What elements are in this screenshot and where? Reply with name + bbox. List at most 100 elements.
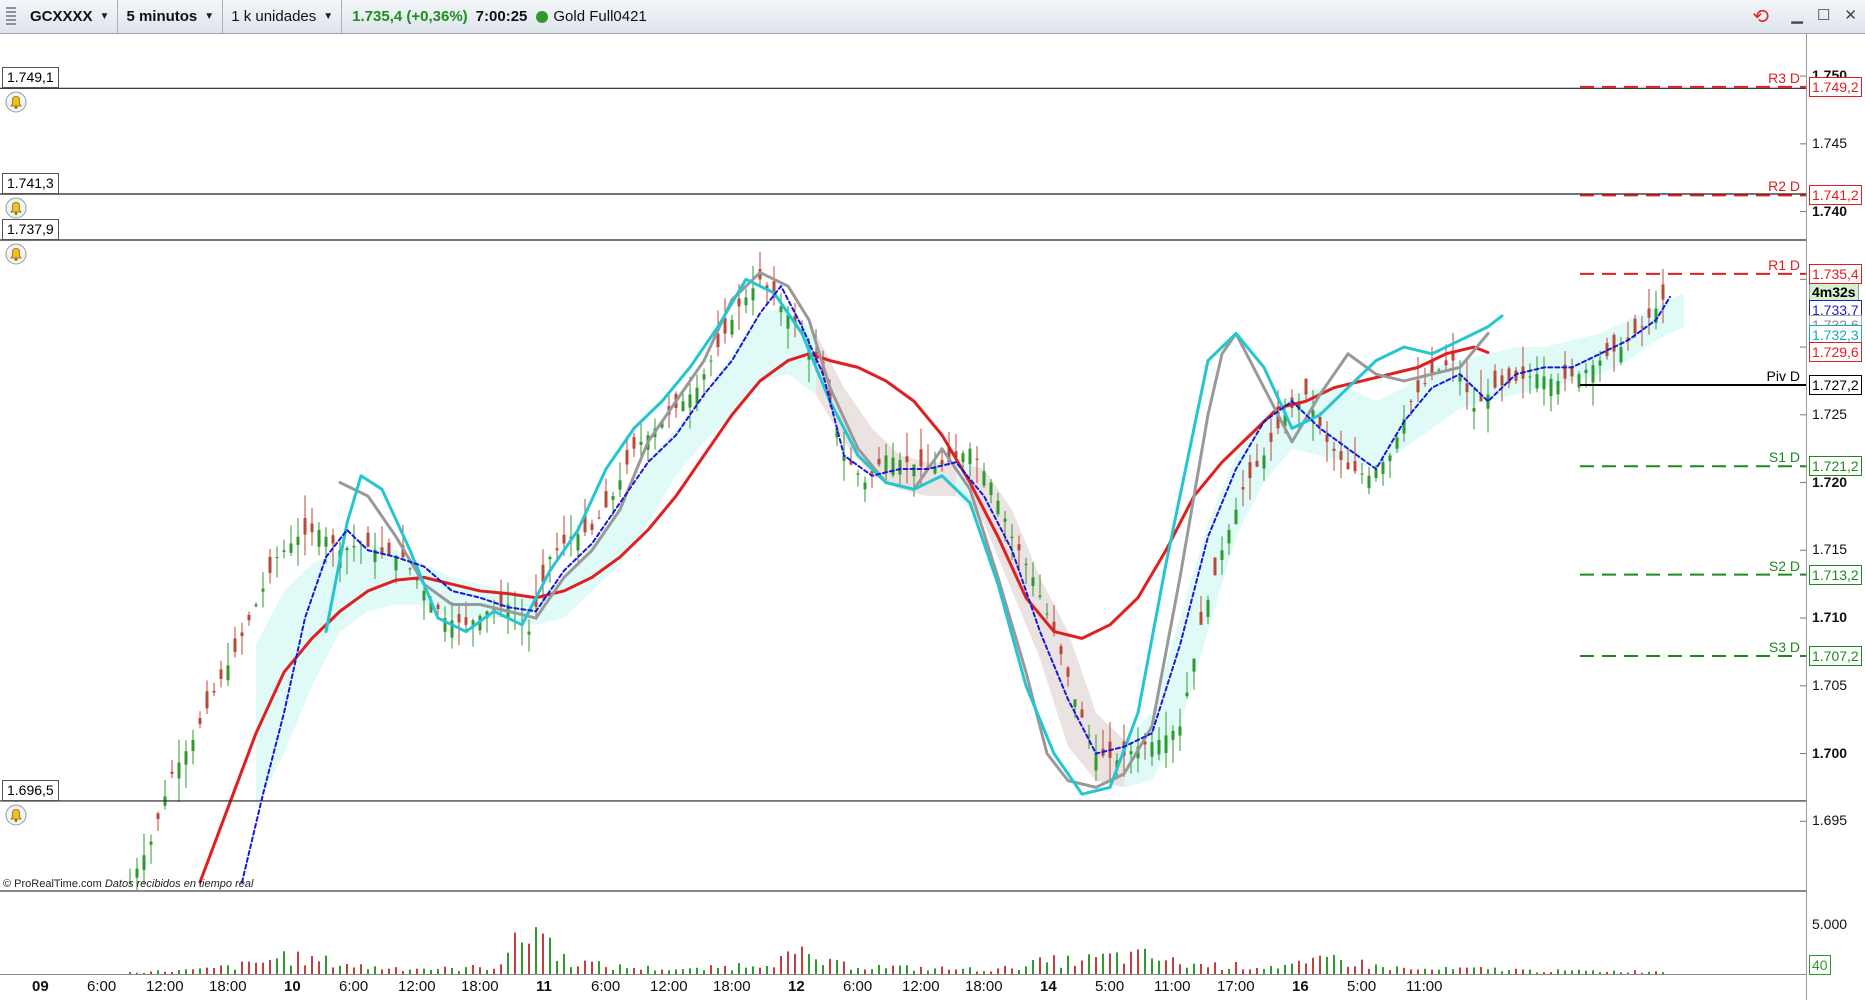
bell-icon[interactable]	[5, 91, 27, 113]
candle	[310, 523, 314, 533]
bell-icon[interactable]	[5, 243, 27, 265]
pivot-name-label: S3 D	[1768, 638, 1800, 655]
time-tick-label: 6:00	[843, 978, 873, 995]
candle	[968, 448, 972, 465]
pivot-name-label: Piv D	[1766, 368, 1800, 384]
candle	[422, 590, 426, 601]
candle	[1346, 462, 1350, 469]
candle	[1472, 408, 1476, 412]
candle	[744, 297, 748, 306]
candle	[1045, 613, 1049, 615]
candle	[170, 771, 174, 774]
pivot-value-badge: 1.749,2	[1809, 76, 1862, 97]
candle	[702, 374, 706, 380]
timeframe-select[interactable]: 5 minutos ▼	[118, 0, 224, 33]
minimize-icon[interactable]: ▁	[1791, 6, 1803, 24]
price-tick-label: 1.715	[1812, 541, 1848, 558]
alert-level-label[interactable]: 1.696,5	[2, 779, 59, 801]
candle	[555, 548, 559, 551]
candle	[268, 556, 272, 573]
candle	[1241, 487, 1245, 490]
window-controls: ▁ ☐ ✕	[1791, 6, 1857, 24]
candle	[1647, 308, 1651, 318]
candle	[1549, 378, 1553, 397]
candle	[618, 480, 622, 490]
candle	[1493, 370, 1497, 388]
candle	[1262, 455, 1266, 469]
maximize-icon[interactable]: ☐	[1817, 6, 1830, 24]
price-badge: 4m32s	[1809, 281, 1859, 302]
panel-separator[interactable]	[0, 890, 1806, 892]
pivot-value-badge: 1.707,2	[1809, 645, 1862, 666]
candle	[1633, 318, 1637, 334]
time-tick-label: 09	[32, 978, 49, 995]
candle	[1269, 432, 1273, 442]
candle	[1220, 550, 1224, 560]
pivot-value-badge: 1.727,2	[1809, 375, 1862, 395]
units-select[interactable]: 1 k unidades ▼	[223, 0, 343, 33]
time-tick-label: 18:00	[965, 978, 1003, 995]
candle	[1437, 369, 1441, 371]
price-chart[interactable]	[0, 34, 1806, 1000]
price-tick-label: 1.745	[1812, 134, 1848, 151]
candle	[912, 464, 916, 477]
close-icon[interactable]: ✕	[1844, 6, 1857, 24]
candle	[415, 579, 419, 581]
alert-level-label[interactable]: 1.737,9	[2, 219, 59, 241]
price-axis[interactable]	[1806, 34, 1865, 1000]
candle	[1038, 595, 1042, 597]
indicator-line-2	[324, 277, 1504, 796]
last-price: 1.735,4 (+0,36%)	[352, 8, 468, 25]
candle	[1199, 611, 1203, 625]
candle	[464, 617, 468, 625]
candle	[296, 536, 300, 545]
pivot-name-label: R3 D	[1768, 69, 1800, 86]
candle	[1374, 469, 1378, 479]
candle	[786, 315, 790, 329]
sync-icon[interactable]: ⟲	[1752, 4, 1769, 29]
candle	[961, 453, 965, 463]
candle	[562, 534, 566, 544]
bell-icon[interactable]	[5, 804, 27, 826]
candle	[996, 500, 1000, 515]
candle	[1535, 374, 1539, 389]
candle	[737, 298, 741, 307]
candle	[989, 482, 993, 496]
time-tick-label: 12	[788, 978, 805, 995]
candle	[1409, 400, 1413, 402]
candle	[177, 762, 181, 779]
candle	[1213, 557, 1217, 576]
candle	[1325, 434, 1329, 442]
time-tick-label: 6:00	[339, 978, 369, 995]
candle	[1073, 699, 1077, 707]
time-tick-label: 18:00	[209, 978, 247, 995]
time-tick-label: 18:00	[461, 978, 499, 995]
alert-level-label[interactable]: 1.741,3	[2, 172, 59, 194]
candle	[548, 557, 552, 560]
candle	[1598, 360, 1602, 366]
candle	[289, 543, 293, 553]
chevron-down-icon: ▼	[204, 11, 215, 22]
candle	[1339, 451, 1343, 460]
candle	[905, 456, 909, 463]
time-tick-label: 11:00	[1406, 978, 1443, 995]
candle	[1010, 536, 1014, 539]
time-tick-label: 18:00	[713, 978, 751, 995]
alert-level-label[interactable]: 1.749,1	[2, 67, 59, 89]
candle	[324, 536, 328, 547]
candle	[1381, 462, 1385, 474]
candle	[331, 535, 335, 544]
drag-grip-icon[interactable]	[6, 6, 16, 27]
ichimoku-cloud	[256, 292, 1684, 808]
pivot-value-badge: 1.721,2	[1809, 456, 1862, 477]
candle	[1584, 369, 1588, 374]
candle	[730, 319, 734, 335]
candle	[1416, 380, 1420, 393]
pivot-name-label: R1 D	[1768, 256, 1800, 273]
pivot-name-label: S2 D	[1768, 557, 1800, 574]
bell-icon[interactable]	[5, 197, 27, 219]
candle	[1206, 599, 1210, 617]
instrument-select[interactable]: GCXXXX ▼	[22, 0, 119, 33]
candle	[303, 517, 307, 535]
candle	[1360, 473, 1364, 475]
